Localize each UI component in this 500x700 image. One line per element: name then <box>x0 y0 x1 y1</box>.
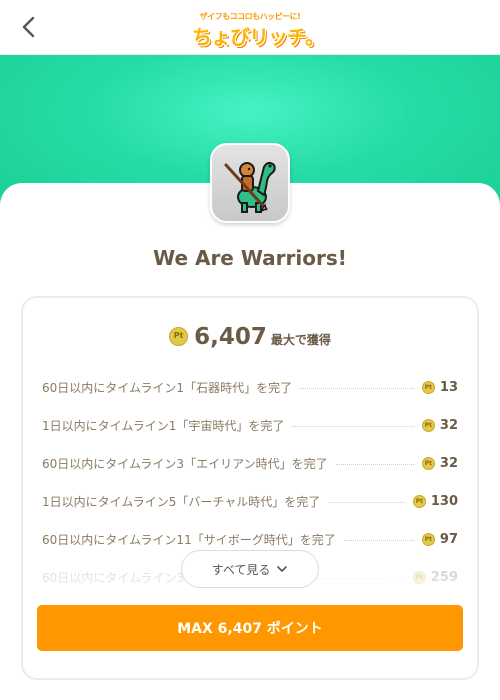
chevron-left-icon <box>22 16 35 38</box>
mission-points: 97 <box>439 531 458 547</box>
mission-row: 1日以内にタイムライン5「バーチャル時代」を完了 130 <box>42 482 458 520</box>
dotted-leader <box>328 501 405 503</box>
mission-points: 32 <box>439 417 458 433</box>
pt-coin-icon <box>421 532 435 546</box>
see-all-button[interactable]: すべて見る <box>181 550 319 588</box>
logo-text: ちょびリッチ。 <box>192 25 325 49</box>
total-points-value: 6,407 <box>194 324 267 350</box>
pt-coin-icon <box>421 456 435 470</box>
mission-points: 13 <box>439 379 458 395</box>
see-all-label: すべて見る <box>211 562 271 577</box>
app-icon <box>210 143 290 223</box>
pt-coin-icon <box>421 380 435 394</box>
dotted-leader <box>335 463 414 465</box>
mission-text: 1日以内にタイムライン5「バーチャル時代」を完了 <box>42 494 321 509</box>
pt-coin-icon <box>412 494 426 508</box>
dotted-leader <box>300 387 414 389</box>
mission-points: 259 <box>430 569 458 585</box>
pt-coin-icon <box>169 327 189 346</box>
dotted-leader <box>343 539 414 541</box>
max-points-button[interactable]: MAX 6,407 ポイント <box>37 605 463 651</box>
max-points-label: MAX 6,407 ポイント <box>177 621 323 637</box>
warrior-on-dinosaur-icon <box>224 161 276 213</box>
chobirich-logo[interactable]: ザイフもココロもハッピーに! ちょびリッチ。 <box>192 10 325 49</box>
mission-points: 32 <box>439 455 458 471</box>
back-button[interactable] <box>14 12 44 42</box>
pt-coin-icon <box>412 570 426 584</box>
pt-coin-icon <box>421 418 435 432</box>
dotted-leader <box>292 425 414 427</box>
chevron-down-icon <box>277 566 288 572</box>
page: ザイフもココロもハッピーに! ちょびリッチ。 We Are Warriors! … <box>0 0 500 700</box>
mission-text: 60日以内にタイムライン1「石器時代」を完了 <box>42 380 293 395</box>
top-bar: ザイフもココロもハッピーに! ちょびリッチ。 <box>0 0 500 55</box>
mission-text: 60日以内にタイムライン11「サイボーグ時代」を完了 <box>42 532 336 547</box>
mission-row: 60日以内にタイムライン1「石器時代」を完了 13 <box>42 368 458 406</box>
mission-text: 60日以内にタイムライン3 <box>42 570 185 585</box>
mission-text: 1日以内にタイムライン1「宇宙時代」を完了 <box>42 418 285 433</box>
mission-row: 1日以内にタイムライン1「宇宙時代」を完了 32 <box>42 406 458 444</box>
app-title: We Are Warriors! <box>153 246 347 270</box>
total-points-caption: 最大で獲得 <box>270 333 331 347</box>
total-points: 6,407最大で獲得 <box>0 324 500 350</box>
mission-text: 60日以内にタイムライン3「エイリアン時代」を完了 <box>42 456 328 471</box>
mission-points: 130 <box>430 493 458 509</box>
mission-row: 60日以内にタイムライン3「エイリアン時代」を完了 32 <box>42 444 458 482</box>
